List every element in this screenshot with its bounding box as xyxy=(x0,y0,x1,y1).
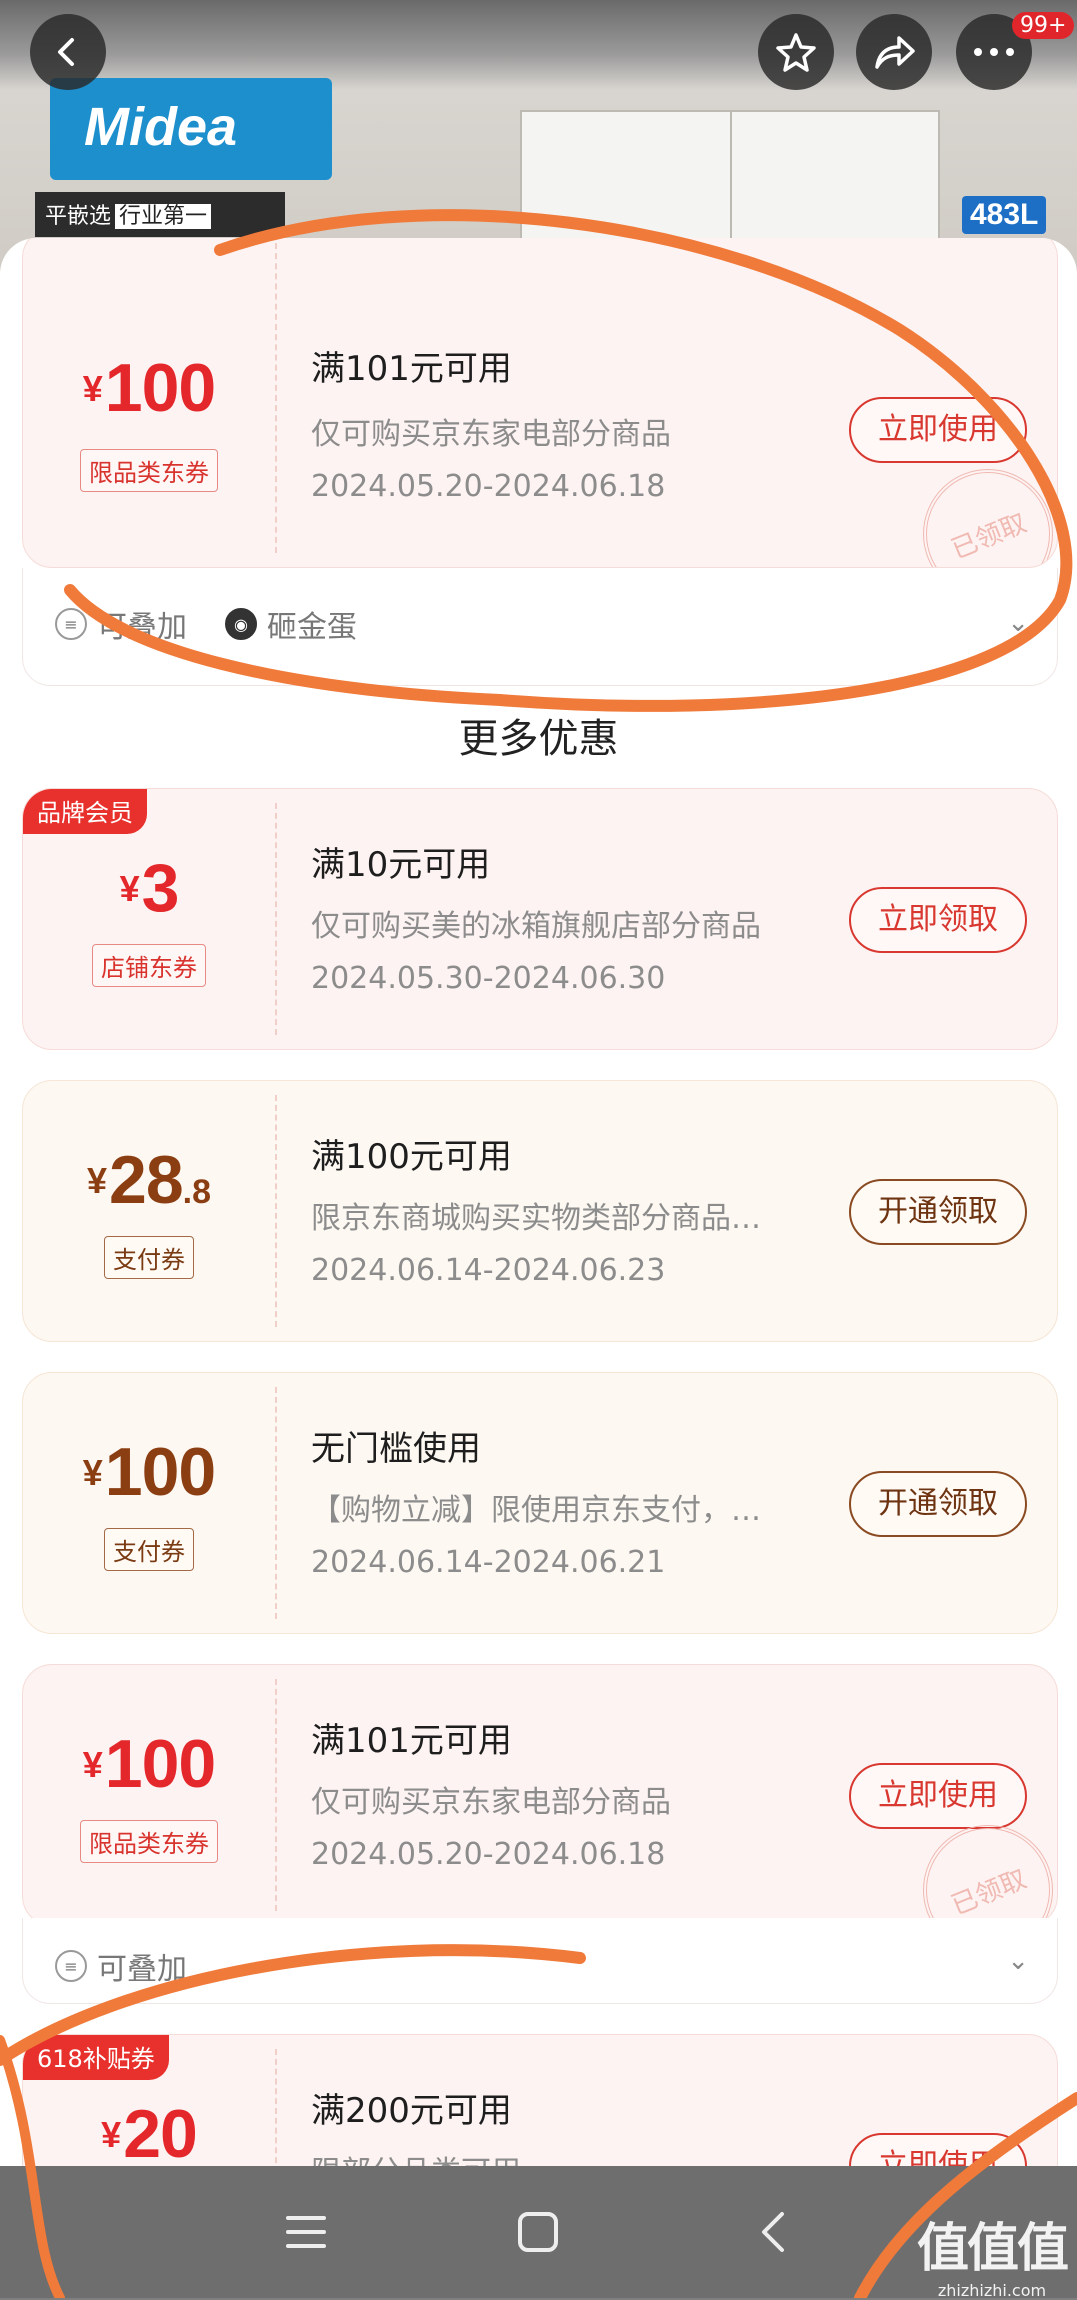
coupon-features: ≡ 可叠加 ◉ 砸金蛋 ⌄ xyxy=(22,568,1058,686)
coupon-desc: 【购物立减】限使用京东支付，… xyxy=(311,1493,761,1528)
coupon-title: 满101元可用 xyxy=(311,1721,512,1761)
use-now-button[interactable]: 立即使用 xyxy=(849,2133,1027,2166)
coupon-title: 无门槛使用 xyxy=(311,1429,481,1469)
share-button[interactable] xyxy=(856,14,932,90)
coupon-amount: 20 xyxy=(123,2096,198,2166)
coupon-amount: 100 xyxy=(104,1726,216,1802)
coupon-desc: 限部分品类可用 xyxy=(311,2147,831,2166)
coupon-type-tag: 限品类东券 xyxy=(80,1820,218,1863)
stack-icon: ≡ xyxy=(55,1950,87,1982)
coupon-card: 618补贴券 ¥20 满200元可用 限部分品类可用 立即使用 xyxy=(22,2034,1058,2166)
chevron-down-icon[interactable]: ⌄ xyxy=(1007,1946,1029,1976)
more-offers-title: 更多优惠 xyxy=(458,716,619,762)
coupon-desc: 限京东商城购买实物类部分商品… xyxy=(311,1201,761,1236)
coupon-amount: 100 xyxy=(104,1434,216,1510)
watermark: 值值值 zhizhizhi.com xyxy=(916,2219,1069,2300)
coupon-date: 2024.06.14-2024.06.23 xyxy=(311,1253,666,1288)
brand-logo: Midea xyxy=(50,78,332,180)
home-square-icon[interactable] xyxy=(510,2204,566,2260)
coupon-type-tag: 支付券 xyxy=(104,1236,194,1279)
back-button[interactable] xyxy=(30,14,106,90)
coupon-desc: 仅可购买美的冰箱旗舰店部分商品 xyxy=(311,909,761,944)
coupon-desc: 仅可购买京东家电部分商品 xyxy=(311,1785,671,1820)
stack-icon: ≡ xyxy=(55,608,87,640)
coupon-type-tag: 限品类东券 xyxy=(80,449,218,492)
coupon-amount: 100 xyxy=(104,350,216,426)
share-icon xyxy=(875,36,915,69)
open-and-claim-button[interactable]: 开通领取 xyxy=(849,1179,1027,1245)
notification-badge: 99+ xyxy=(1012,12,1075,39)
use-now-button[interactable]: 立即使用 xyxy=(849,397,1027,463)
feature-golden-egg: ◉ 砸金蛋 xyxy=(225,602,357,646)
more-icon xyxy=(974,48,1014,56)
coupon-card: ¥100 限品类东券 满101元可用 仅可购买京东家电部分商品 2024.05.… xyxy=(22,1664,1058,1926)
coupon-date: 2024.05.20-2024.06.18 xyxy=(311,1837,666,1872)
coupon-date: 2024.05.30-2024.06.30 xyxy=(311,961,666,996)
coupon-title: 满100元可用 xyxy=(311,1137,512,1177)
chevron-down-icon[interactable]: ⌄ xyxy=(1007,608,1029,638)
coupon-features: ≡ 可叠加 ⌄ xyxy=(22,1918,1058,2004)
golden-egg-icon: ◉ xyxy=(225,608,257,640)
system-navbar: 值值值 zhizhizhi.com xyxy=(0,2166,1077,2300)
claim-now-button[interactable]: 立即领取 xyxy=(849,887,1027,953)
claimed-stamp: 已领取 xyxy=(903,449,1057,567)
coupon-card: 品牌会员 ¥3 店铺东券 满10元可用 仅可购买美的冰箱旗舰店部分商品 2024… xyxy=(22,788,1058,1050)
feature-stackable: ≡ 可叠加 xyxy=(55,602,187,646)
coupon-date: 2024.06.14-2024.06.21 xyxy=(311,1545,666,1580)
feature-stackable: ≡ 可叠加 xyxy=(55,1944,187,1988)
coupon-amount: 3 xyxy=(141,850,180,926)
favorite-button[interactable] xyxy=(758,14,834,90)
coupon-type-tag: 店铺东券 xyxy=(92,944,206,987)
favorite-star-icon xyxy=(776,33,816,72)
coupon-card: ¥28.8 支付券 满100元可用 限京东商城购买实物类部分商品… 2024.0… xyxy=(22,1080,1058,1342)
capacity-label: 483L xyxy=(962,196,1047,234)
coupon-title: 满10元可用 xyxy=(311,845,491,885)
coupon-title: 满200元可用 xyxy=(311,2091,512,2131)
menu-icon[interactable] xyxy=(278,2204,334,2260)
use-now-button[interactable]: 立即使用 xyxy=(849,1763,1027,1829)
coupon-title: 满101元可用 xyxy=(311,349,512,389)
coupon-date: 2024.05.20-2024.06.18 xyxy=(311,469,666,504)
coupon-type-tag: 支付券 xyxy=(104,1528,194,1571)
promo-tag: 平嵌选 行业第一 xyxy=(35,192,285,237)
back-icon xyxy=(58,38,74,66)
coupon-desc: 仅可购买京东家电部分商品 xyxy=(311,417,671,452)
coupon-sheet: 优惠 ¥100 限品类东券 满101元可用 仅可购买京东家电部分商品 2024.… xyxy=(0,238,1077,2166)
coupon-card: ¥100 支付券 无门槛使用 【购物立减】限使用京东支付，… 2024.06.1… xyxy=(22,1372,1058,1634)
back-arrow-icon[interactable] xyxy=(746,2204,802,2260)
coupon-amount: 28 xyxy=(109,1142,184,1218)
open-and-claim-button[interactable]: 开通领取 xyxy=(849,1471,1027,1537)
coupon-card: ¥100 限品类东券 满101元可用 仅可购买京东家电部分商品 2024.05.… xyxy=(22,238,1058,568)
